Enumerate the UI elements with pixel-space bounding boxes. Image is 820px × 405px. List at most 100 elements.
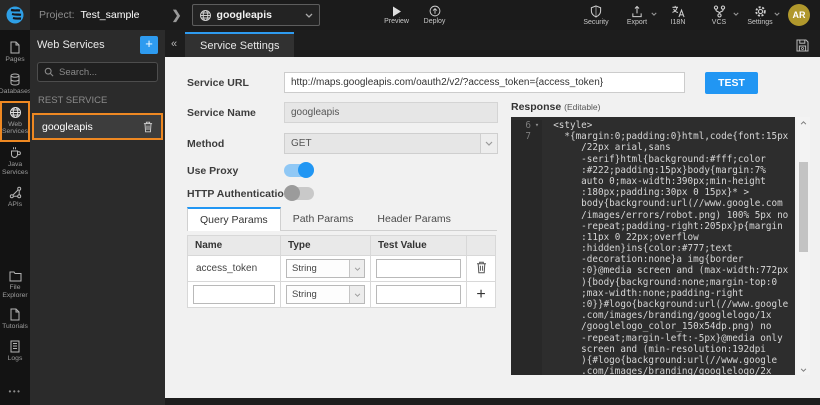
sidebar-item-web-services[interactable]: Web Services <box>0 101 30 143</box>
service-url-input[interactable] <box>284 72 685 93</box>
save-icon[interactable] <box>796 39 809 52</box>
service-selector-value: googleapis <box>217 9 272 21</box>
java-services-icon <box>9 146 22 159</box>
fold-arrow-icon <box>532 254 542 265</box>
branch-icon <box>713 5 726 18</box>
use-proxy-label: Use Proxy <box>187 165 238 177</box>
security-label: Security <box>583 19 608 26</box>
code-line: -decoration:none}a img{border <box>511 254 795 265</box>
main-area: « Service Settings Service URL TEST Serv… <box>165 30 820 405</box>
scroll-up-icon[interactable] <box>797 117 810 128</box>
search-icon <box>44 67 54 77</box>
more-options-icon[interactable]: ••• <box>9 387 22 396</box>
security-button[interactable]: Security <box>583 5 609 26</box>
code-line: /22px arial,sans <box>511 142 795 153</box>
tab-path-params[interactable]: Path Params <box>281 207 366 230</box>
code-line: /images/errors/robot.png) 100% 5px no <box>511 210 795 221</box>
service-search[interactable] <box>37 62 158 82</box>
sidebar-item-tutorials[interactable]: Tutorials <box>0 304 30 336</box>
http-authentication-toggle[interactable] <box>284 187 314 200</box>
code-line: :11px 0 22px;overflow <box>511 232 795 243</box>
response-scrollbar[interactable] <box>797 117 810 375</box>
new-test-value-input[interactable] <box>376 285 461 304</box>
fold-arrow-icon <box>532 221 542 232</box>
sidebar-item-logs[interactable]: Logs <box>0 336 30 368</box>
chevron-down-icon <box>774 12 780 16</box>
fold-arrow-icon <box>532 333 542 344</box>
vcs-button[interactable]: VCS <box>706 5 732 26</box>
pages-icon <box>9 41 21 54</box>
sidebar-item-apis[interactable]: APIs <box>0 182 30 214</box>
scroll-down-icon[interactable] <box>797 364 810 375</box>
sidebar-item-pages[interactable]: Pages <box>0 37 30 69</box>
add-param-icon[interactable]: + <box>476 286 485 303</box>
sidebar-item-file-explorer[interactable]: File Explorer <box>0 266 30 305</box>
code-line: body{background:url(//www.google.com <box>511 198 795 209</box>
search-input[interactable] <box>59 67 151 78</box>
delete-service-icon[interactable] <box>143 121 153 133</box>
sidebar-item-databases[interactable]: Databases <box>0 69 30 101</box>
service-item-googleapis[interactable]: googleapis <box>34 115 161 138</box>
fold-arrow-icon <box>532 198 542 209</box>
fold-arrow-icon <box>532 277 542 288</box>
code-line: .com/images/branding/googlelogo/2x <box>511 366 795 375</box>
code-line: :#222;padding:15px}body{margin:7% <box>511 165 795 176</box>
tab-query-params[interactable]: Query Params <box>187 207 281 231</box>
fold-arrow-icon <box>532 288 542 299</box>
i18n-button[interactable]: I18N <box>665 5 691 26</box>
new-param-name-input[interactable] <box>193 285 275 304</box>
preview-label: Preview <box>384 18 409 25</box>
export-button[interactable]: Export <box>624 5 650 26</box>
fold-arrow-icon <box>532 299 542 310</box>
fold-arrow-icon <box>532 142 542 153</box>
deploy-button[interactable]: Deploy <box>422 5 448 25</box>
service-selector-dropdown[interactable]: googleapis <box>192 4 320 26</box>
service-settings-content: Service URL TEST Service Name Method GET… <box>165 57 820 398</box>
delete-param-icon[interactable] <box>476 266 487 277</box>
panel-title: Web Services <box>37 39 105 51</box>
code-line: :180px;padding:30px 0 15px}* > <box>511 187 795 198</box>
i18n-label: I18N <box>671 19 686 26</box>
add-service-button[interactable]: + <box>140 36 158 54</box>
tutorials-icon <box>9 308 21 321</box>
test-button[interactable]: TEST <box>705 72 758 94</box>
tab-bar: « Service Settings <box>165 30 820 57</box>
preview-button[interactable]: Preview <box>384 5 410 25</box>
shield-icon <box>590 5 602 18</box>
web-services-panel: Web Services + REST SERVICE googleapis <box>30 30 165 405</box>
code-line: screen and (min-resolution:192dpi <box>511 344 795 355</box>
export-icon <box>631 5 643 18</box>
new-param-type-select[interactable]: String <box>286 285 365 304</box>
scrollbar-thumb[interactable] <box>799 162 808 252</box>
code-line: :0}@media screen and (max-width:772px <box>511 265 795 276</box>
fold-arrow-icon <box>532 265 542 276</box>
tab-service-settings[interactable]: Service Settings <box>185 32 294 57</box>
chevron-down-icon <box>733 12 739 16</box>
tab-header-params[interactable]: Header Params <box>365 207 463 230</box>
fold-arrow-icon <box>532 131 542 142</box>
service-name-input <box>284 102 498 123</box>
param-type-select[interactable]: String <box>286 259 365 278</box>
project-breadcrumb: Project: Test_sample <box>39 9 139 21</box>
use-proxy-toggle[interactable] <box>284 164 314 177</box>
test-value-input[interactable] <box>376 259 461 278</box>
settings-button[interactable]: Settings <box>747 5 773 26</box>
column-header-test-value: Test Value <box>371 236 467 256</box>
chevron-down-icon <box>480 134 497 153</box>
method-select: GET <box>284 133 498 154</box>
apis-icon <box>9 186 22 199</box>
response-code-editor[interactable]: 6 ▾ <style> 7 *{margin:0;padding:0}html,… <box>511 117 795 375</box>
left-nav-rail: Pages Databases Web Serv <box>0 30 30 405</box>
selected-service-highlight: googleapis <box>32 113 163 140</box>
code-line: 6 ▾ <style> <box>511 120 795 131</box>
collapse-panel-button[interactable]: « <box>166 35 182 53</box>
databases-icon <box>9 73 21 86</box>
app-logo[interactable] <box>0 0 30 30</box>
chevron-down-icon <box>349 260 364 277</box>
export-label: Export <box>627 19 647 26</box>
fold-arrow-icon <box>532 321 542 332</box>
user-avatar[interactable]: AR <box>788 4 810 26</box>
table-row-new: String + <box>188 282 496 308</box>
sidebar-item-java-services[interactable]: Java Services <box>0 142 30 182</box>
chevron-down-icon <box>349 286 364 303</box>
